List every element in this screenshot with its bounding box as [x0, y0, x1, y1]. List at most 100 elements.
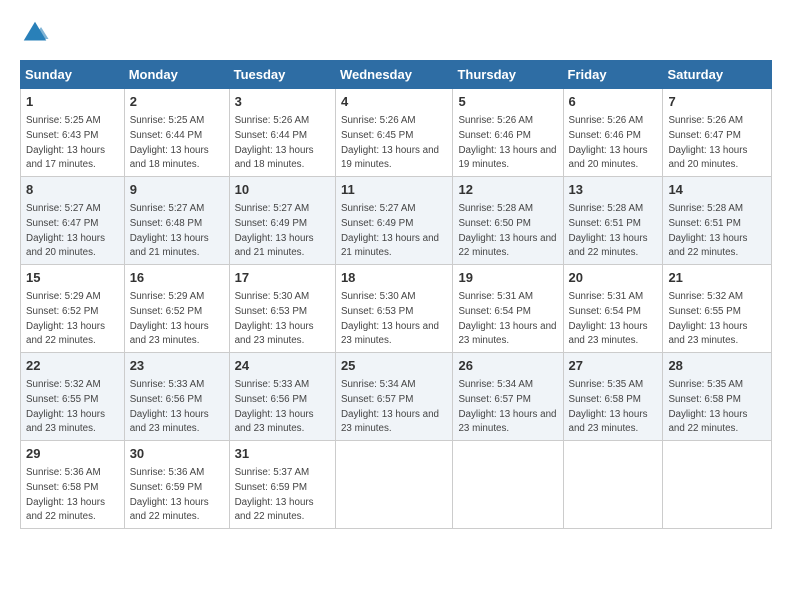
day-info: Sunrise: 5:28 AMSunset: 6:51 PMDaylight:… — [668, 203, 747, 258]
calendar-cell: 11 Sunrise: 5:27 AMSunset: 6:49 PMDaylig… — [335, 177, 453, 265]
calendar-cell: 23 Sunrise: 5:33 AMSunset: 6:56 PMDaylig… — [124, 353, 229, 441]
col-header-monday: Monday — [124, 61, 229, 89]
day-info: Sunrise: 5:25 AMSunset: 6:43 PMDaylight:… — [26, 115, 105, 170]
calendar-cell: 10 Sunrise: 5:27 AMSunset: 6:49 PMDaylig… — [229, 177, 335, 265]
day-number: 28 — [668, 357, 766, 375]
day-number: 27 — [569, 357, 658, 375]
calendar-cell: 1 Sunrise: 5:25 AMSunset: 6:43 PMDayligh… — [21, 89, 125, 177]
calendar-cell — [335, 441, 453, 529]
day-info: Sunrise: 5:27 AMSunset: 6:49 PMDaylight:… — [235, 203, 314, 258]
calendar-cell: 14 Sunrise: 5:28 AMSunset: 6:51 PMDaylig… — [663, 177, 772, 265]
day-number: 31 — [235, 445, 330, 463]
day-info: Sunrise: 5:26 AMSunset: 6:46 PMDaylight:… — [569, 115, 648, 170]
calendar-cell: 8 Sunrise: 5:27 AMSunset: 6:47 PMDayligh… — [21, 177, 125, 265]
calendar-cell — [663, 441, 772, 529]
day-number: 20 — [569, 269, 658, 287]
day-info: Sunrise: 5:33 AMSunset: 6:56 PMDaylight:… — [130, 379, 209, 434]
day-info: Sunrise: 5:26 AMSunset: 6:45 PMDaylight:… — [341, 115, 439, 170]
day-info: Sunrise: 5:33 AMSunset: 6:56 PMDaylight:… — [235, 379, 314, 434]
day-number: 8 — [26, 181, 119, 199]
day-info: Sunrise: 5:34 AMSunset: 6:57 PMDaylight:… — [341, 379, 439, 434]
day-info: Sunrise: 5:25 AMSunset: 6:44 PMDaylight:… — [130, 115, 209, 170]
calendar-cell — [453, 441, 563, 529]
day-number: 18 — [341, 269, 448, 287]
day-info: Sunrise: 5:31 AMSunset: 6:54 PMDaylight:… — [458, 291, 556, 346]
col-header-thursday: Thursday — [453, 61, 563, 89]
page-container: SundayMondayTuesdayWednesdayThursdayFrid… — [0, 0, 792, 539]
calendar-cell: 28 Sunrise: 5:35 AMSunset: 6:58 PMDaylig… — [663, 353, 772, 441]
logo-icon — [20, 18, 50, 48]
calendar-week-5: 29 Sunrise: 5:36 AMSunset: 6:58 PMDaylig… — [21, 441, 772, 529]
day-number: 16 — [130, 269, 224, 287]
calendar-cell: 13 Sunrise: 5:28 AMSunset: 6:51 PMDaylig… — [563, 177, 663, 265]
col-header-tuesday: Tuesday — [229, 61, 335, 89]
day-number: 2 — [130, 93, 224, 111]
calendar-week-1: 1 Sunrise: 5:25 AMSunset: 6:43 PMDayligh… — [21, 89, 772, 177]
calendar-cell: 5 Sunrise: 5:26 AMSunset: 6:46 PMDayligh… — [453, 89, 563, 177]
day-info: Sunrise: 5:32 AMSunset: 6:55 PMDaylight:… — [668, 291, 747, 346]
calendar-cell: 7 Sunrise: 5:26 AMSunset: 6:47 PMDayligh… — [663, 89, 772, 177]
calendar-cell: 18 Sunrise: 5:30 AMSunset: 6:53 PMDaylig… — [335, 265, 453, 353]
day-info: Sunrise: 5:36 AMSunset: 6:59 PMDaylight:… — [130, 467, 209, 522]
day-number: 11 — [341, 181, 448, 199]
day-info: Sunrise: 5:36 AMSunset: 6:58 PMDaylight:… — [26, 467, 105, 522]
header — [20, 18, 772, 48]
day-number: 25 — [341, 357, 448, 375]
day-number: 30 — [130, 445, 224, 463]
day-number: 23 — [130, 357, 224, 375]
day-info: Sunrise: 5:35 AMSunset: 6:58 PMDaylight:… — [569, 379, 648, 434]
day-info: Sunrise: 5:31 AMSunset: 6:54 PMDaylight:… — [569, 291, 648, 346]
calendar-week-2: 8 Sunrise: 5:27 AMSunset: 6:47 PMDayligh… — [21, 177, 772, 265]
calendar-week-3: 15 Sunrise: 5:29 AMSunset: 6:52 PMDaylig… — [21, 265, 772, 353]
calendar-cell: 21 Sunrise: 5:32 AMSunset: 6:55 PMDaylig… — [663, 265, 772, 353]
day-info: Sunrise: 5:35 AMSunset: 6:58 PMDaylight:… — [668, 379, 747, 434]
day-info: Sunrise: 5:32 AMSunset: 6:55 PMDaylight:… — [26, 379, 105, 434]
calendar-cell: 25 Sunrise: 5:34 AMSunset: 6:57 PMDaylig… — [335, 353, 453, 441]
day-info: Sunrise: 5:34 AMSunset: 6:57 PMDaylight:… — [458, 379, 556, 434]
calendar-cell: 16 Sunrise: 5:29 AMSunset: 6:52 PMDaylig… — [124, 265, 229, 353]
calendar-cell: 27 Sunrise: 5:35 AMSunset: 6:58 PMDaylig… — [563, 353, 663, 441]
day-info: Sunrise: 5:28 AMSunset: 6:50 PMDaylight:… — [458, 203, 556, 258]
calendar-cell: 6 Sunrise: 5:26 AMSunset: 6:46 PMDayligh… — [563, 89, 663, 177]
day-info: Sunrise: 5:26 AMSunset: 6:47 PMDaylight:… — [668, 115, 747, 170]
day-number: 1 — [26, 93, 119, 111]
day-info: Sunrise: 5:28 AMSunset: 6:51 PMDaylight:… — [569, 203, 648, 258]
calendar-cell: 4 Sunrise: 5:26 AMSunset: 6:45 PMDayligh… — [335, 89, 453, 177]
calendar-cell: 9 Sunrise: 5:27 AMSunset: 6:48 PMDayligh… — [124, 177, 229, 265]
calendar-cell: 31 Sunrise: 5:37 AMSunset: 6:59 PMDaylig… — [229, 441, 335, 529]
day-number: 14 — [668, 181, 766, 199]
day-info: Sunrise: 5:27 AMSunset: 6:48 PMDaylight:… — [130, 203, 209, 258]
day-number: 15 — [26, 269, 119, 287]
day-number: 24 — [235, 357, 330, 375]
calendar-cell: 30 Sunrise: 5:36 AMSunset: 6:59 PMDaylig… — [124, 441, 229, 529]
calendar-cell: 24 Sunrise: 5:33 AMSunset: 6:56 PMDaylig… — [229, 353, 335, 441]
header-row: SundayMondayTuesdayWednesdayThursdayFrid… — [21, 61, 772, 89]
day-number: 7 — [668, 93, 766, 111]
calendar-table: SundayMondayTuesdayWednesdayThursdayFrid… — [20, 60, 772, 529]
day-number: 5 — [458, 93, 557, 111]
day-number: 13 — [569, 181, 658, 199]
day-number: 19 — [458, 269, 557, 287]
calendar-cell: 3 Sunrise: 5:26 AMSunset: 6:44 PMDayligh… — [229, 89, 335, 177]
calendar-cell: 12 Sunrise: 5:28 AMSunset: 6:50 PMDaylig… — [453, 177, 563, 265]
day-info: Sunrise: 5:27 AMSunset: 6:49 PMDaylight:… — [341, 203, 439, 258]
col-header-friday: Friday — [563, 61, 663, 89]
day-number: 4 — [341, 93, 448, 111]
day-number: 12 — [458, 181, 557, 199]
calendar-week-4: 22 Sunrise: 5:32 AMSunset: 6:55 PMDaylig… — [21, 353, 772, 441]
calendar-cell: 17 Sunrise: 5:30 AMSunset: 6:53 PMDaylig… — [229, 265, 335, 353]
day-number: 3 — [235, 93, 330, 111]
logo — [20, 18, 54, 48]
calendar-cell: 22 Sunrise: 5:32 AMSunset: 6:55 PMDaylig… — [21, 353, 125, 441]
day-info: Sunrise: 5:27 AMSunset: 6:47 PMDaylight:… — [26, 203, 105, 258]
day-number: 21 — [668, 269, 766, 287]
col-header-saturday: Saturday — [663, 61, 772, 89]
calendar-cell: 19 Sunrise: 5:31 AMSunset: 6:54 PMDaylig… — [453, 265, 563, 353]
day-info: Sunrise: 5:29 AMSunset: 6:52 PMDaylight:… — [26, 291, 105, 346]
calendar-cell: 26 Sunrise: 5:34 AMSunset: 6:57 PMDaylig… — [453, 353, 563, 441]
calendar-cell: 15 Sunrise: 5:29 AMSunset: 6:52 PMDaylig… — [21, 265, 125, 353]
calendar-cell: 2 Sunrise: 5:25 AMSunset: 6:44 PMDayligh… — [124, 89, 229, 177]
calendar-cell: 20 Sunrise: 5:31 AMSunset: 6:54 PMDaylig… — [563, 265, 663, 353]
col-header-wednesday: Wednesday — [335, 61, 453, 89]
day-info: Sunrise: 5:30 AMSunset: 6:53 PMDaylight:… — [341, 291, 439, 346]
